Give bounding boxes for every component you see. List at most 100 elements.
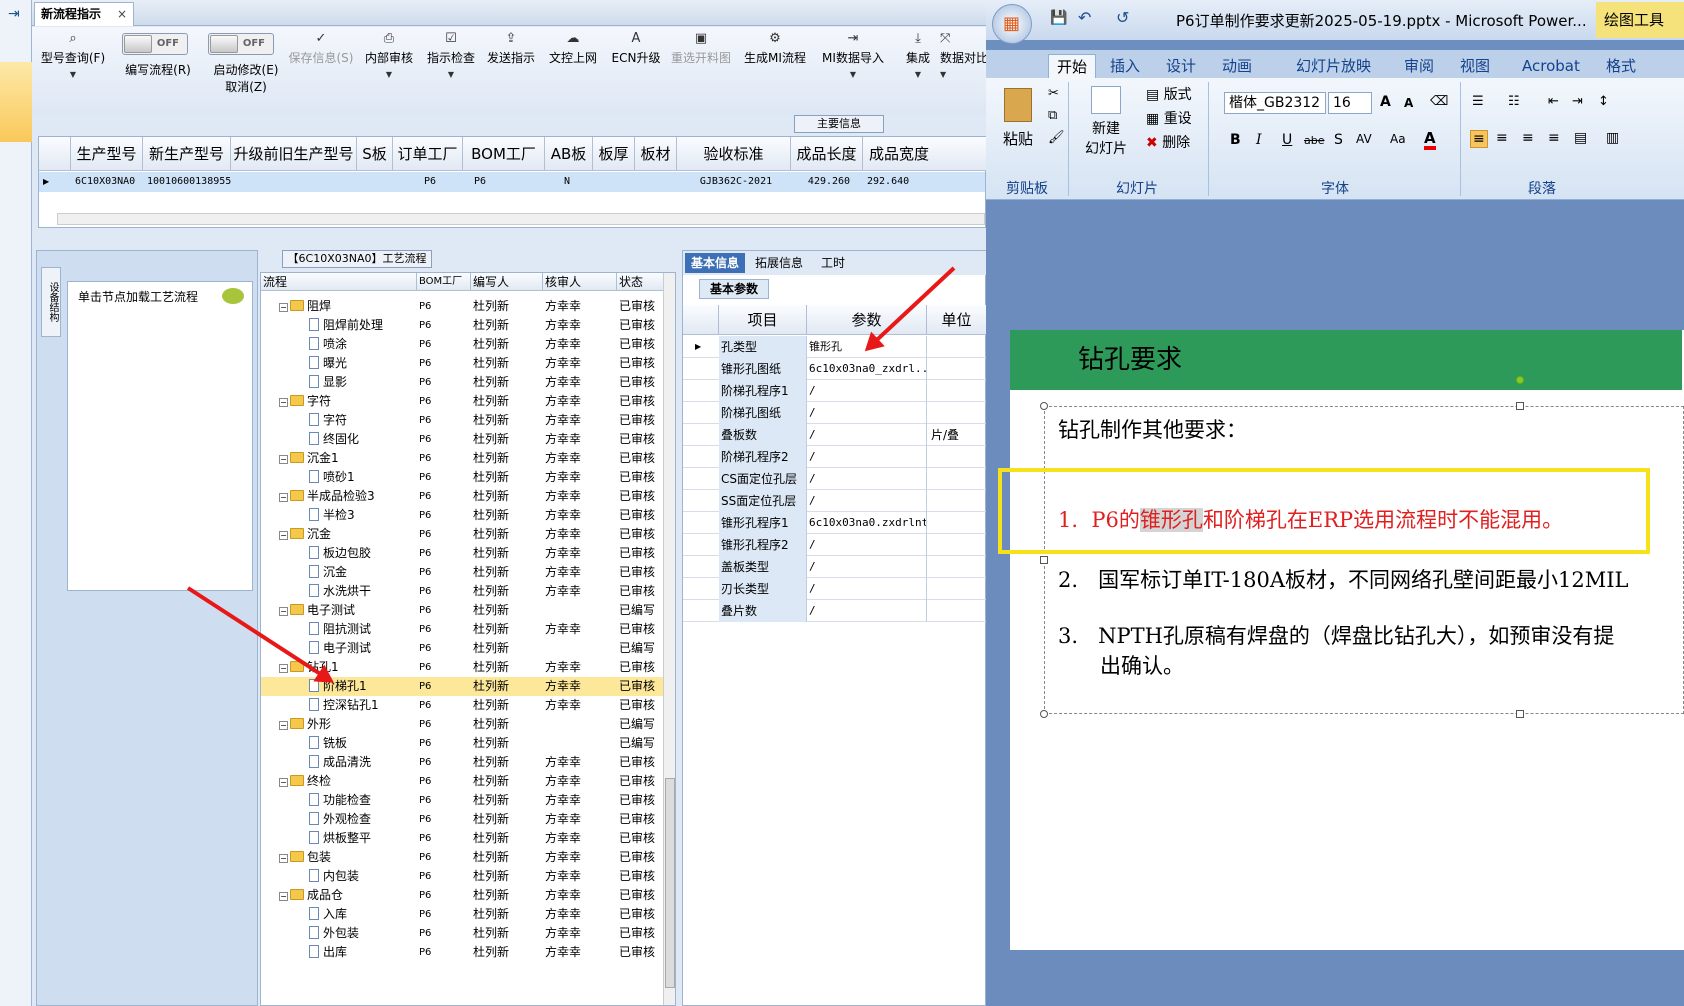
line-spacing-icon[interactable]: ↕	[1598, 94, 1609, 109]
tree-row[interactable]: − 外形 P6 杜列新 已编写	[261, 715, 665, 734]
param-value[interactable]: /	[807, 556, 927, 578]
tab-new-flow[interactable]: 新流程指示 ×	[34, 2, 134, 26]
internal-review-button[interactable]: ⎙ 内部审核 ▼	[360, 31, 418, 87]
paste-button[interactable]: 粘贴	[996, 88, 1040, 166]
tree-node[interactable]: 板边包胶	[309, 544, 417, 563]
instruction-check-button[interactable]: ☑ 指示检查 ▼	[422, 31, 480, 87]
tree-node[interactable]: 显影	[309, 373, 417, 392]
param-row[interactable]: 锥形孔程序2/	[683, 534, 987, 556]
tree-row[interactable]: − 包装 P6 杜列新 方幸幸 已审核	[261, 848, 665, 867]
node-list[interactable]: 单击节点加载工艺流程	[67, 281, 253, 591]
tree-row[interactable]: 成品清洗 P6 杜列新 方幸幸 已审核	[261, 753, 665, 772]
col-header[interactable]: 核审人	[543, 273, 617, 291]
tree-node[interactable]: 沉金	[309, 563, 417, 582]
tree-row[interactable]: − 阻焊 P6 杜列新 方幸幸 已审核	[261, 297, 665, 316]
param-value[interactable]: /	[807, 402, 927, 424]
start-edit-toggle[interactable]: OFF	[208, 33, 274, 55]
justify-icon[interactable]: ≡	[1548, 130, 1560, 146]
param-value[interactable]: /	[807, 468, 927, 490]
collapse-icon[interactable]: −	[279, 778, 288, 787]
tree-row[interactable]: 水洗烘干 P6 杜列新 方幸幸 已审核	[261, 582, 665, 601]
param-row[interactable]: CS面定位孔层 /	[683, 468, 987, 490]
col-header[interactable]: AB板	[545, 137, 593, 171]
tree-row[interactable]: 控深钻孔1 P6 杜列新 方幸幸 已审核	[261, 696, 665, 715]
undo-icon[interactable]: ↶	[1078, 8, 1091, 27]
tree-row[interactable]: 曝光 P6 杜列新 方幸幸 已审核	[261, 354, 665, 373]
param-row[interactable]: ▶ 孔类型 锥形孔	[683, 336, 987, 358]
tree-row[interactable]: − 字符 P6 杜列新 方幸幸 已审核	[261, 392, 665, 411]
numbering-icon[interactable]: ☷	[1508, 94, 1520, 109]
param-row[interactable]: 叠片数 /	[683, 600, 987, 622]
collapse-icon[interactable]: −	[279, 892, 288, 901]
param-value[interactable]: /	[807, 490, 927, 512]
font-size-select[interactable]: 16	[1328, 92, 1372, 114]
tree-node[interactable]: 喷涂	[309, 335, 417, 354]
param-value[interactable]: /	[807, 578, 927, 600]
save-icon[interactable]: 💾	[1050, 10, 1067, 26]
side-tab[interactable]: 设备结构	[41, 267, 61, 337]
collapse-icon[interactable]: −	[279, 455, 288, 464]
tree-node[interactable]: 喷砂1	[309, 468, 417, 487]
write-flow-toggle[interactable]: OFF	[122, 33, 188, 55]
mi-data-import-button[interactable]: ⇥ MI数据导入 ▼	[818, 31, 888, 87]
bullets-icon[interactable]: ☰	[1472, 94, 1484, 109]
bold-icon[interactable]: B	[1230, 132, 1241, 148]
tree-row[interactable]: 阻抗测试 P6 杜列新 方幸幸 已审核	[261, 620, 665, 639]
table-cell[interactable]: 6C10X03NA0	[71, 172, 135, 192]
font-name-select[interactable]: 楷体_GB2312	[1224, 92, 1326, 114]
resize-handle[interactable]	[1040, 556, 1048, 564]
tab-basic-params[interactable]: 基本参数	[699, 279, 769, 299]
collapse-icon[interactable]: −	[279, 664, 288, 673]
tree-node[interactable]: 阻焊前处理	[309, 316, 417, 335]
tree-row[interactable]: 板边包胶 P6 杜列新 方幸幸 已审核	[261, 544, 665, 563]
tree-row[interactable]: 外观检查 P6 杜列新 方幸幸 已审核	[261, 810, 665, 829]
rotate-handle[interactable]	[1516, 376, 1524, 384]
param-row[interactable]: 阶梯孔程序2/	[683, 446, 987, 468]
param-row[interactable]: 叠板数 / 片/叠	[683, 424, 987, 446]
tab-review[interactable]: 审阅	[1404, 54, 1434, 78]
tree-row[interactable]: − 成品仓 P6 杜列新 方幸幸 已审核	[261, 886, 665, 905]
login-icon[interactable]: ⇥	[8, 6, 20, 22]
col-header[interactable]: 新生产型号	[143, 137, 231, 171]
table-cell[interactable]: P6	[463, 172, 493, 192]
col-header[interactable]: 编写人	[471, 273, 543, 291]
tab-extended-info[interactable]: 拓展信息	[749, 253, 809, 273]
clear-format-icon[interactable]: ⌫	[1430, 94, 1448, 109]
col-header[interactable]: BOM工厂	[463, 137, 545, 171]
ecn-upgrade-button[interactable]: A ECN升级	[608, 31, 664, 87]
resize-handle[interactable]	[1040, 402, 1048, 410]
tree-node[interactable]: − 终检	[279, 772, 417, 791]
tree-row[interactable]: − 半成品检验3 P6 杜列新 方幸幸 已审核	[261, 487, 665, 506]
tree-node[interactable]: 内包装	[309, 867, 417, 886]
tree-node[interactable]: 入库	[309, 905, 417, 924]
tab-view[interactable]: 视图	[1460, 54, 1490, 78]
align-left-icon[interactable]: ≡	[1470, 130, 1488, 148]
col-header[interactable]: 成品长度	[791, 137, 863, 171]
param-row[interactable]: 阶梯孔程序1/	[683, 380, 987, 402]
strikethrough-icon[interactable]: abe	[1304, 134, 1325, 147]
tree-node[interactable]: 控深钻孔1	[309, 696, 417, 715]
doc-control-online-button[interactable]: ☁ 文控上网	[542, 31, 604, 87]
tree-row[interactable]: 入库 P6 杜列新 方幸幸 已审核	[261, 905, 665, 924]
tree-row[interactable]: 内包装 P6 杜列新 方幸幸 已审核	[261, 867, 665, 886]
send-instruction-button[interactable]: ⇪ 发送指示	[482, 31, 540, 87]
table-cell[interactable]: P6	[393, 172, 463, 192]
tree-node[interactable]: − 半成品检验3	[279, 487, 417, 506]
tab-design[interactable]: 设计	[1166, 54, 1196, 78]
tree-node[interactable]: − 沉金	[279, 525, 417, 544]
copy-icon[interactable]: ⧉	[1048, 108, 1057, 123]
table-cell[interactable]: N	[545, 172, 585, 192]
param-row[interactable]: SS面定位孔层 /	[683, 490, 987, 512]
tree-node[interactable]: 外包装	[309, 924, 417, 943]
tree-row[interactable]: 电子测试 P6 杜列新 已编写	[261, 639, 665, 658]
param-value[interactable]: /	[807, 446, 927, 468]
shrink-font-icon[interactable]: A	[1404, 96, 1413, 110]
format-painter-icon[interactable]: 🖌	[1048, 130, 1065, 145]
tree-node[interactable]: 铣板	[309, 734, 417, 753]
tree-node[interactable]: − 包装	[279, 848, 417, 867]
layout-button[interactable]: ▤ 版式	[1146, 84, 1192, 104]
param-value[interactable]: 6c10x03na0.zxdrlnt	[807, 512, 927, 534]
slide-item-3[interactable]: 3. NPTH孔原稿有焊盘的（焊盘比钻孔大），如预审没有提	[1058, 620, 1614, 650]
nav-highlight[interactable]	[0, 62, 32, 142]
slide-item-2[interactable]: 2. 国军标订单IT-180A板材，不同网络孔壁间距最小12MIL	[1058, 564, 1628, 594]
